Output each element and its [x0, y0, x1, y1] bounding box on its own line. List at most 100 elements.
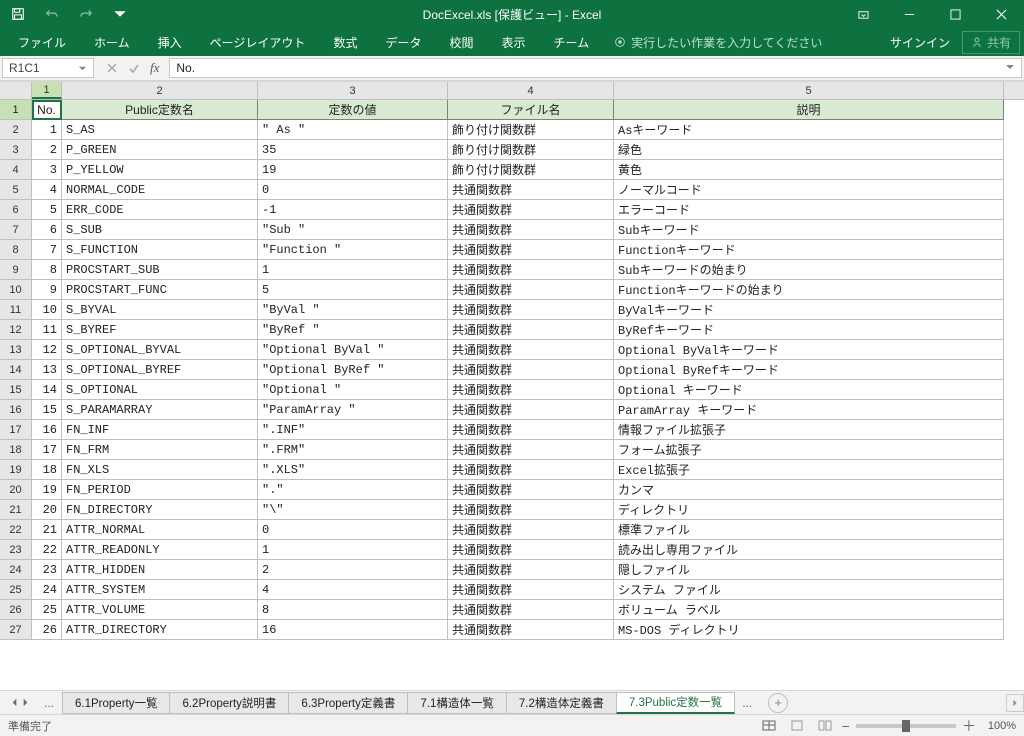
- cell[interactable]: ノーマルコード: [614, 180, 1004, 200]
- cell[interactable]: 情報ファイル拡張子: [614, 420, 1004, 440]
- column-header[interactable]: 1: [32, 82, 62, 99]
- cell[interactable]: S_BYVAL: [62, 300, 258, 320]
- cell[interactable]: 19: [32, 480, 62, 500]
- ribbon-tab[interactable]: チーム: [540, 28, 604, 56]
- row-header[interactable]: 20: [0, 480, 32, 500]
- table-header-cell[interactable]: No.: [32, 100, 62, 120]
- cell[interactable]: FN_PERIOD: [62, 480, 258, 500]
- fx-icon[interactable]: fx: [150, 60, 159, 76]
- cell[interactable]: 共通関数群: [448, 540, 614, 560]
- cell[interactable]: 共通関数群: [448, 280, 614, 300]
- cell[interactable]: -1: [258, 200, 448, 220]
- cell[interactable]: 9: [32, 280, 62, 300]
- table-header-cell[interactable]: ファイル名: [448, 100, 614, 120]
- cell[interactable]: 共通関数群: [448, 600, 614, 620]
- cell[interactable]: ATTR_DIRECTORY: [62, 620, 258, 640]
- ribbon-tab[interactable]: ページレイアウト: [196, 28, 320, 56]
- cell[interactable]: " As ": [258, 120, 448, 140]
- cell[interactable]: 共通関数群: [448, 360, 614, 380]
- cell[interactable]: 共通関数群: [448, 180, 614, 200]
- cell[interactable]: エラーコード: [614, 200, 1004, 220]
- share-button[interactable]: 共有: [962, 31, 1020, 54]
- cell[interactable]: 隠しファイル: [614, 560, 1004, 580]
- cell[interactable]: ATTR_READONLY: [62, 540, 258, 560]
- cell[interactable]: ".XLS": [258, 460, 448, 480]
- more-sheets-left[interactable]: ...: [36, 696, 62, 710]
- cell[interactable]: "Optional ByVal ": [258, 340, 448, 360]
- cell[interactable]: 22: [32, 540, 62, 560]
- cell[interactable]: "ParamArray ": [258, 400, 448, 420]
- tell-me-search[interactable]: 実行したい作業を入力してください: [603, 34, 822, 51]
- cell[interactable]: S_OPTIONAL_BYVAL: [62, 340, 258, 360]
- ribbon-tab[interactable]: 数式: [319, 28, 371, 56]
- ribbon-tab[interactable]: 校閲: [435, 28, 487, 56]
- cell[interactable]: 8: [258, 600, 448, 620]
- cell[interactable]: 共通関数群: [448, 400, 614, 420]
- cell[interactable]: "ByVal ": [258, 300, 448, 320]
- cell[interactable]: 35: [258, 140, 448, 160]
- row-header[interactable]: 27: [0, 620, 32, 640]
- cell[interactable]: 飾り付け関数群: [448, 140, 614, 160]
- cell[interactable]: 飾り付け関数群: [448, 160, 614, 180]
- ribbon-tab[interactable]: 表示: [487, 28, 539, 56]
- column-header[interactable]: 4: [448, 82, 614, 99]
- row-header[interactable]: 14: [0, 360, 32, 380]
- sheet-tab[interactable]: 6.1Property一覧: [62, 692, 170, 714]
- page-layout-view-icon[interactable]: [786, 717, 808, 735]
- row-header[interactable]: 17: [0, 420, 32, 440]
- cell[interactable]: Optional ByValキーワード: [614, 340, 1004, 360]
- cell[interactable]: 共通関数群: [448, 220, 614, 240]
- cell[interactable]: 共通関数群: [448, 260, 614, 280]
- hscroll-right[interactable]: [1006, 694, 1024, 712]
- cell[interactable]: ERR_CODE: [62, 200, 258, 220]
- cell[interactable]: 共通関数群: [448, 240, 614, 260]
- cell[interactable]: S_AS: [62, 120, 258, 140]
- cell[interactable]: "Function ": [258, 240, 448, 260]
- zoom-level[interactable]: 100%: [988, 720, 1016, 732]
- cell[interactable]: 19: [258, 160, 448, 180]
- cell[interactable]: 10: [32, 300, 62, 320]
- cell[interactable]: Optional キーワード: [614, 380, 1004, 400]
- ribbon-tab[interactable]: データ: [371, 28, 435, 56]
- cell[interactable]: 共通関数群: [448, 500, 614, 520]
- row-header[interactable]: 1: [0, 100, 32, 120]
- cell[interactable]: ディレクトリ: [614, 500, 1004, 520]
- row-header[interactable]: 6: [0, 200, 32, 220]
- cell[interactable]: 黄色: [614, 160, 1004, 180]
- cell[interactable]: 3: [32, 160, 62, 180]
- row-header[interactable]: 11: [0, 300, 32, 320]
- cell[interactable]: S_PARAMARRAY: [62, 400, 258, 420]
- column-header[interactable]: 3: [258, 82, 448, 99]
- cell[interactable]: ".INF": [258, 420, 448, 440]
- minimize-button[interactable]: [886, 0, 932, 28]
- cell[interactable]: Subキーワードの始まり: [614, 260, 1004, 280]
- cell[interactable]: 共通関数群: [448, 200, 614, 220]
- cell[interactable]: 共通関数群: [448, 340, 614, 360]
- cell[interactable]: カンマ: [614, 480, 1004, 500]
- cell[interactable]: 1: [258, 260, 448, 280]
- table-header-cell[interactable]: 説明: [614, 100, 1004, 120]
- cell[interactable]: 20: [32, 500, 62, 520]
- cell[interactable]: 5: [32, 200, 62, 220]
- signin-link[interactable]: サインイン: [890, 34, 950, 51]
- cell[interactable]: 13: [32, 360, 62, 380]
- select-all-cell[interactable]: [0, 82, 32, 99]
- name-box[interactable]: R1C1: [2, 58, 94, 78]
- cell[interactable]: 6: [32, 220, 62, 240]
- row-header[interactable]: 18: [0, 440, 32, 460]
- row-header[interactable]: 9: [0, 260, 32, 280]
- cell[interactable]: FN_FRM: [62, 440, 258, 460]
- cell[interactable]: FN_XLS: [62, 460, 258, 480]
- zoom-out-button[interactable]: −: [842, 718, 850, 734]
- normal-view-icon[interactable]: [758, 717, 780, 735]
- maximize-button[interactable]: [932, 0, 978, 28]
- cell[interactable]: フォーム拡張子: [614, 440, 1004, 460]
- cell[interactable]: "\": [258, 500, 448, 520]
- qat-dropdown-icon[interactable]: [106, 2, 134, 26]
- cell[interactable]: 共通関数群: [448, 320, 614, 340]
- row-header[interactable]: 12: [0, 320, 32, 340]
- cell[interactable]: "Optional ": [258, 380, 448, 400]
- cell[interactable]: 標準ファイル: [614, 520, 1004, 540]
- row-header[interactable]: 26: [0, 600, 32, 620]
- ribbon-options-icon[interactable]: [840, 0, 886, 28]
